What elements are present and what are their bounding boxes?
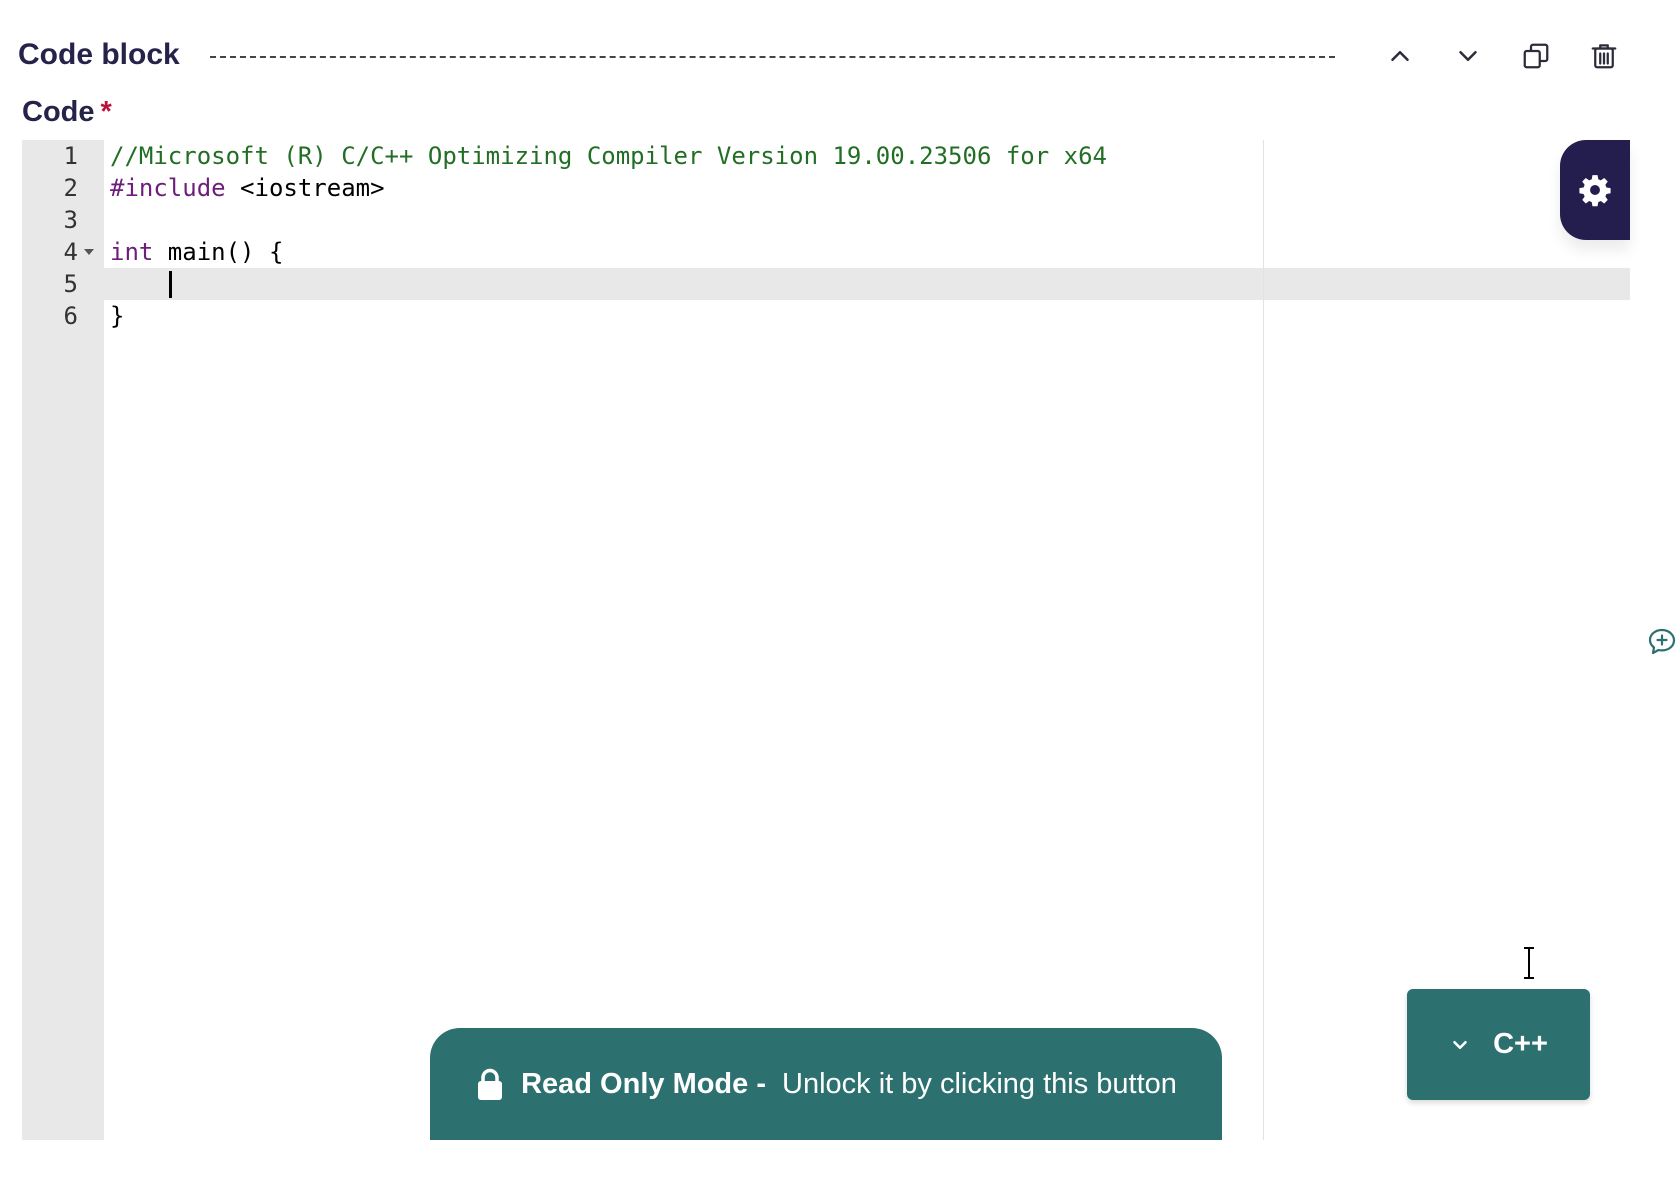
code-token-directive: #include bbox=[110, 174, 226, 202]
read-only-title: Read Only Mode - bbox=[521, 1067, 766, 1100]
print-margin bbox=[1263, 140, 1264, 1140]
code-text: #include <iostream> bbox=[110, 172, 385, 204]
language-selector[interactable]: C++ bbox=[1407, 989, 1590, 1100]
move-down-button[interactable] bbox=[1446, 34, 1490, 78]
code-line[interactable]: 5 bbox=[22, 268, 1262, 300]
duplicate-button[interactable] bbox=[1514, 34, 1558, 78]
line-number: 6 bbox=[63, 302, 78, 330]
trash-icon bbox=[1591, 44, 1617, 69]
code-label-text: Code bbox=[22, 96, 95, 128]
code-text: int main() { bbox=[110, 236, 283, 268]
line-number: 1 bbox=[63, 142, 78, 170]
code-token-plain: <iostream> bbox=[225, 174, 385, 202]
code-field-label: Code * bbox=[22, 96, 112, 129]
chevron-up-icon bbox=[1391, 51, 1409, 61]
move-up-button[interactable] bbox=[1378, 34, 1422, 78]
add-comment-icon bbox=[1648, 628, 1676, 655]
read-only-message: Unlock it by clicking this button bbox=[782, 1067, 1177, 1100]
code-line[interactable]: 1 //Microsoft (R) C/C++ Optimizing Compil… bbox=[22, 140, 1262, 172]
code-text: } bbox=[110, 300, 124, 332]
chevron-down-icon bbox=[1459, 51, 1477, 61]
code-line[interactable]: 3 bbox=[22, 204, 1262, 236]
code-token-comment: //Microsoft (R) C/C++ Optimizing Compile… bbox=[110, 142, 1107, 170]
text-cursor-icon bbox=[1524, 947, 1534, 979]
code-editor[interactable]: 1 //Microsoft (R) C/C++ Optimizing Compil… bbox=[22, 140, 1630, 1140]
code-line[interactable]: 6} bbox=[22, 300, 1262, 332]
line-number: 4 bbox=[63, 238, 78, 266]
code-token-keyword: int bbox=[110, 238, 154, 266]
code-block-header: Code block bbox=[0, 0, 1680, 110]
required-mark: * bbox=[100, 96, 112, 128]
chevron-down-icon bbox=[1453, 1040, 1467, 1049]
read-only-unlock-button[interactable]: Read Only Mode - Unlock it by clicking t… bbox=[430, 1028, 1222, 1140]
code-line[interactable]: 2 #include <iostream> bbox=[22, 172, 1262, 204]
add-comment-button[interactable] bbox=[1646, 626, 1678, 658]
selected-language: C++ bbox=[1493, 1028, 1548, 1060]
delete-button[interactable] bbox=[1582, 34, 1626, 78]
editor-settings-button[interactable] bbox=[1560, 140, 1630, 240]
line-number: 3 bbox=[63, 206, 78, 234]
header-divider bbox=[210, 56, 1335, 58]
text-caret bbox=[169, 271, 172, 298]
code-text bbox=[110, 268, 168, 300]
gear-icon bbox=[1579, 175, 1611, 207]
lock-icon bbox=[475, 1067, 505, 1101]
line-number: 5 bbox=[63, 270, 78, 298]
code-line[interactable]: 4 int main() { bbox=[22, 236, 1262, 268]
code-token-plain: } bbox=[110, 302, 125, 330]
fold-arrow-icon[interactable] bbox=[84, 249, 94, 255]
code-text: //Microsoft (R) C/C++ Optimizing Compile… bbox=[110, 140, 1107, 172]
copy-icon bbox=[1523, 43, 1549, 69]
line-number: 2 bbox=[63, 174, 78, 202]
code-token-plain: main() { bbox=[153, 238, 284, 266]
block-title: Code block bbox=[18, 38, 180, 71]
